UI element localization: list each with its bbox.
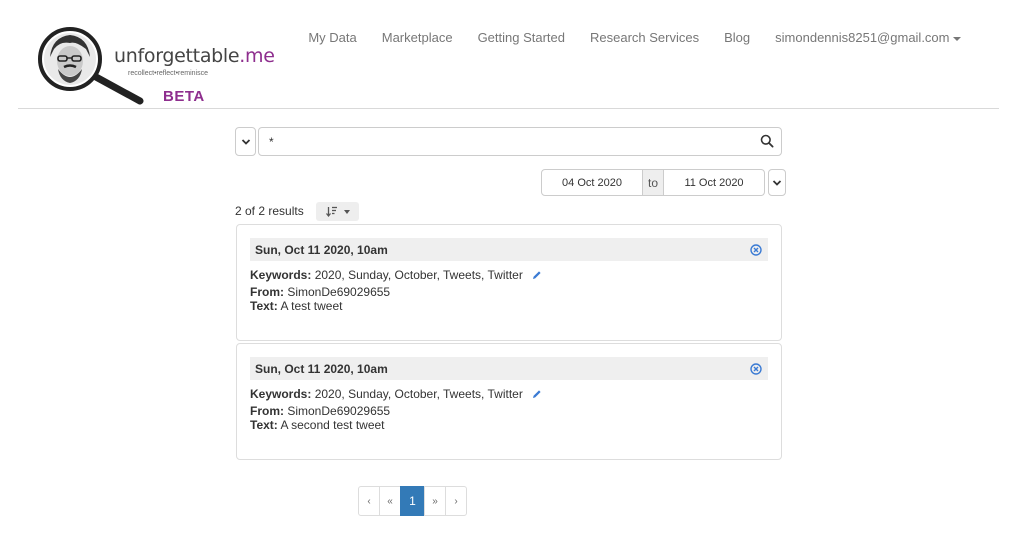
result-from: From: SimonDe69029655 [250,404,768,418]
result-text: Text: A test tweet [250,299,768,313]
header-divider [18,108,999,109]
pencil-icon[interactable] [532,270,542,280]
magnifier-portrait-icon [38,27,144,105]
date-range-separator: to [643,169,663,196]
search-icon[interactable] [760,134,774,148]
search-input[interactable] [258,127,782,156]
result-card-header: Sun, Oct 11 2020, 10am [250,357,768,380]
result-date: Sun, Oct 11 2020, 10am [255,242,388,257]
from-value: SimonDe69029655 [287,285,391,299]
caret-down-icon [343,209,350,214]
top-nav: My Data Marketplace Getting Started Rese… [296,30,973,45]
pagination-prev[interactable]: « [379,486,401,516]
caret-down-icon [952,36,961,41]
date-from-input[interactable]: 04 Oct 2020 [541,169,643,196]
user-menu[interactable]: simondennis8251@gmail.com [763,30,973,45]
text-label: Text: [250,418,278,432]
nav-blog[interactable]: Blog [712,30,763,45]
pagination: ‹ « 1 » › [358,486,467,516]
from-value: SimonDe69029655 [287,404,391,418]
date-range-dropdown[interactable] [768,169,786,196]
result-text: Text: A second test tweet [250,418,768,432]
text-value: A second test tweet [280,418,385,432]
brand-tagline: recollect•reflect•reminisce [128,70,208,77]
user-email: simondennis8251@gmail.com [775,30,950,45]
pagination-first[interactable]: ‹ [358,486,380,516]
close-circle-icon[interactable] [750,362,762,375]
result-card: Sun, Oct 11 2020, 10am Keywords: 2020, S… [236,224,782,341]
keywords-label: Keywords: [250,387,312,401]
result-keywords: Keywords: 2020, Sunday, October, Tweets,… [250,387,768,401]
search-bar [235,127,782,156]
result-card: Sun, Oct 11 2020, 10am Keywords: 2020, S… [236,343,782,460]
keywords-value: 2020, Sunday, October, Tweets, Twitter [314,387,523,401]
nav-research-services[interactable]: Research Services [578,30,712,45]
result-from: From: SimonDe69029655 [250,285,768,299]
result-date: Sun, Oct 11 2020, 10am [255,361,388,376]
pagination-next[interactable]: » [424,486,446,516]
result-card-body: Keywords: 2020, Sunday, October, Tweets,… [250,380,768,432]
text-label: Text: [250,299,278,313]
brand-name: unforgettable.me [114,45,275,67]
from-label: From: [250,285,284,299]
nav-my-data[interactable]: My Data [296,30,369,45]
keywords-label: Keywords: [250,268,312,282]
sort-dropdown-button[interactable] [316,202,359,221]
date-until-input[interactable]: 11 Oct 2020 [663,169,765,196]
chevron-down-icon [241,138,250,145]
nav-marketplace[interactable]: Marketplace [369,30,465,45]
logo[interactable]: unforgettable.me recollect•reflect•remin… [36,27,276,107]
results-count: 2 of 2 results [235,204,304,218]
pagination-last[interactable]: › [445,486,467,516]
keywords-value: 2020, Sunday, October, Tweets, Twitter [314,268,523,282]
beta-badge: BETA [163,88,205,105]
text-value: A test tweet [280,299,343,313]
nav-getting-started[interactable]: Getting Started [465,30,577,45]
date-range-filter: 04 Oct 2020 to 11 Oct 2020 [541,169,786,196]
pagination-page-1[interactable]: 1 [400,486,425,516]
result-card-header: Sun, Oct 11 2020, 10am [250,238,768,261]
chevron-down-icon [772,179,782,186]
result-keywords: Keywords: 2020, Sunday, October, Tweets,… [250,268,768,282]
result-card-body: Keywords: 2020, Sunday, October, Tweets,… [250,261,768,313]
sort-icon [325,206,337,217]
from-label: From: [250,404,284,418]
close-circle-icon[interactable] [750,243,762,256]
pencil-icon[interactable] [532,389,542,399]
search-scope-dropdown[interactable] [235,127,256,156]
